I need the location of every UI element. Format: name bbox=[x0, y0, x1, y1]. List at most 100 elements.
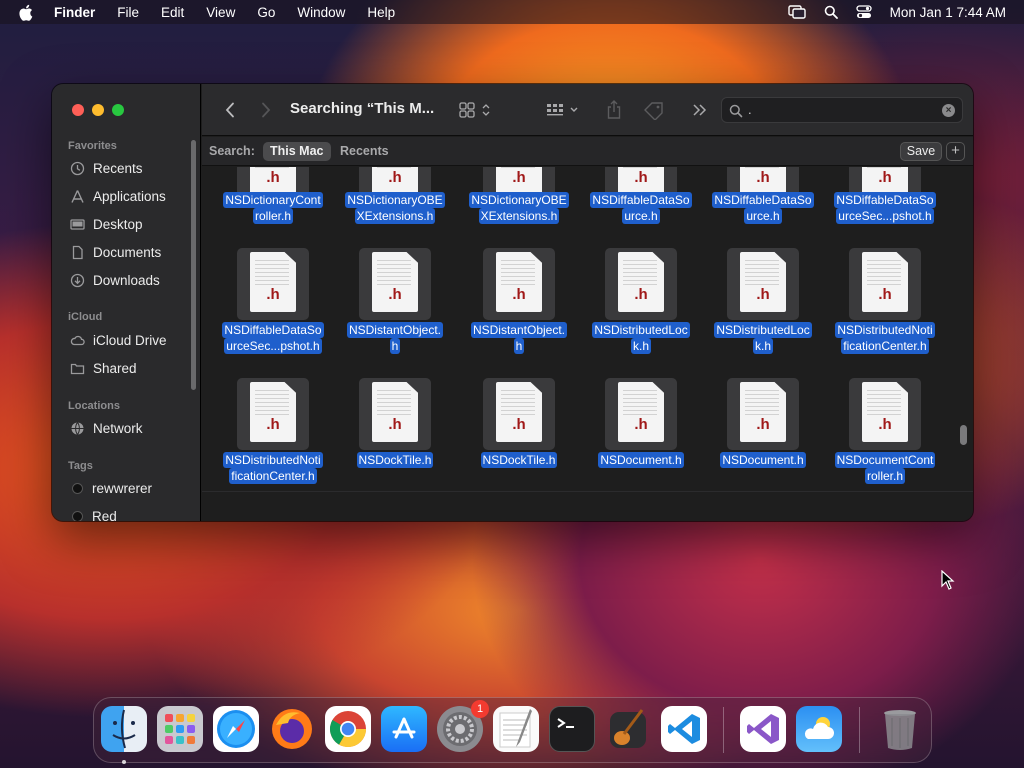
file-thumbnail[interactable]: .h bbox=[605, 378, 677, 450]
dock-terminal[interactable] bbox=[549, 706, 595, 752]
content-scrollbar[interactable] bbox=[960, 425, 967, 445]
sidebar-item-tag-rewwrerer[interactable]: rewwrerer bbox=[70, 481, 152, 496]
file-name[interactable]: NSDictionaryCont roller.h bbox=[218, 192, 328, 224]
file-thumbnail[interactable]: .h bbox=[483, 248, 555, 320]
file-name[interactable]: NSDocument.h bbox=[586, 452, 696, 468]
file-name[interactable]: NSDictionaryOBE XExtensions.h bbox=[464, 192, 574, 224]
file-name[interactable]: NSDiffableDataSo urceSec...pshot.h bbox=[218, 322, 328, 354]
file-extension-label: .h bbox=[388, 286, 402, 303]
sidebar-item-tag-red[interactable]: Red bbox=[70, 509, 117, 521]
menu-edit[interactable]: Edit bbox=[161, 5, 184, 20]
toolbar-overflow-button[interactable] bbox=[692, 100, 708, 120]
file-thumbnail[interactable]: .h bbox=[727, 378, 799, 450]
search-field[interactable]: . × bbox=[721, 97, 963, 123]
file-thumbnail[interactable]: .h bbox=[605, 248, 677, 320]
add-criteria-button[interactable]: + bbox=[946, 142, 965, 161]
group-by-button[interactable] bbox=[544, 100, 584, 120]
menu-go[interactable]: Go bbox=[257, 5, 275, 20]
file-name[interactable]: NSDictionaryOBE XExtensions.h bbox=[340, 192, 450, 224]
file-results-area: .h NSDictionaryCont roller.h .h NSDictionary… bbox=[202, 167, 973, 491]
control-center-icon[interactable] bbox=[856, 5, 872, 19]
sidebar-item-downloads[interactable]: Downloads bbox=[70, 273, 160, 288]
view-mode-button[interactable] bbox=[458, 100, 498, 120]
file-name[interactable]: NSDistributedNoti ficationCenter.h bbox=[218, 452, 328, 484]
dock-textedit[interactable] bbox=[493, 706, 539, 752]
dock-vscode[interactable] bbox=[661, 706, 707, 752]
sidebar-item-recents[interactable]: Recents bbox=[70, 161, 143, 176]
scope-this-mac-button[interactable]: This Mac bbox=[263, 142, 331, 161]
search-input[interactable]: . bbox=[748, 102, 752, 117]
clear-search-button[interactable]: × bbox=[942, 104, 955, 117]
sidebar-item-network[interactable]: Network bbox=[70, 421, 143, 436]
dock-weather[interactable] bbox=[796, 706, 842, 752]
file-name[interactable]: NSDistributedNoti ficationCenter.h bbox=[830, 322, 940, 354]
menu-file[interactable]: File bbox=[117, 5, 139, 20]
dock-app-store[interactable] bbox=[381, 706, 427, 752]
sidebar-item-documents[interactable]: Documents bbox=[70, 245, 161, 260]
back-button[interactable] bbox=[220, 100, 240, 120]
sidebar-scrollbar[interactable] bbox=[191, 140, 196, 390]
close-window-button[interactable] bbox=[72, 104, 84, 116]
menu-window[interactable]: Window bbox=[297, 5, 345, 20]
forward-button[interactable] bbox=[256, 100, 276, 120]
sidebar-item-icloud-drive[interactable]: iCloud Drive bbox=[70, 333, 167, 348]
header-file-icon: .h bbox=[862, 382, 908, 442]
shared-folder-icon bbox=[70, 363, 85, 375]
file-name-line: urceSec...pshot.h bbox=[836, 208, 934, 224]
file-name[interactable]: NSDocument.h bbox=[708, 452, 818, 468]
menu-view[interactable]: View bbox=[206, 5, 235, 20]
file-preview-lines bbox=[501, 260, 535, 288]
file-extension-label: .h bbox=[634, 286, 648, 303]
file-name[interactable]: NSDistributedLoc k.h bbox=[586, 322, 696, 354]
menu-finder[interactable]: Finder bbox=[54, 5, 95, 20]
menu-help[interactable]: Help bbox=[367, 5, 395, 20]
zoom-window-button[interactable] bbox=[112, 104, 124, 116]
file-thumbnail[interactable]: .h bbox=[237, 378, 309, 450]
share-button[interactable] bbox=[604, 99, 624, 121]
file-thumbnail[interactable]: .h bbox=[359, 378, 431, 450]
file-thumbnail[interactable]: .h bbox=[359, 248, 431, 320]
sidebar-item-applications[interactable]: Applications bbox=[70, 189, 166, 204]
sidebar-item-label: Red bbox=[92, 509, 117, 521]
sidebar-item-label: rewwrerer bbox=[92, 481, 153, 496]
dock-separator bbox=[859, 707, 860, 753]
running-indicator bbox=[122, 760, 126, 764]
file-name[interactable]: NSDiffableDataSo urce.h bbox=[708, 192, 818, 224]
sidebar-item-desktop[interactable]: Desktop bbox=[70, 217, 143, 232]
save-search-button[interactable]: Save bbox=[900, 142, 942, 161]
spotlight-search-icon[interactable] bbox=[824, 5, 838, 19]
dock-visual-studio[interactable] bbox=[740, 706, 786, 752]
sidebar-item-label: Shared bbox=[93, 361, 137, 376]
file-name[interactable]: NSDistantObject. h bbox=[340, 322, 450, 354]
menu-clock[interactable]: Mon Jan 1 7:44 AM bbox=[890, 5, 1006, 20]
dock-system-settings[interactable]: 1 bbox=[437, 700, 489, 752]
file-name-line: h bbox=[389, 338, 401, 354]
file-thumbnail[interactable]: .h bbox=[849, 248, 921, 320]
file-name[interactable]: NSDockTile.h bbox=[340, 452, 450, 468]
sidebar-item-shared[interactable]: Shared bbox=[70, 361, 137, 376]
finder-toolbar: Searching “This M... . × bbox=[202, 84, 973, 136]
apple-menu-icon[interactable] bbox=[18, 4, 40, 21]
screen-mirroring-icon[interactable] bbox=[787, 5, 806, 19]
file-name[interactable]: NSDiffableDataSo urce.h bbox=[586, 192, 696, 224]
minimize-window-button[interactable] bbox=[92, 104, 104, 116]
file-name[interactable]: NSDistantObject. h bbox=[464, 322, 574, 354]
file-thumbnail[interactable]: .h bbox=[849, 378, 921, 450]
dock-finder[interactable] bbox=[101, 706, 147, 764]
file-thumbnail[interactable]: .h bbox=[483, 378, 555, 450]
dock-trash[interactable] bbox=[877, 706, 923, 752]
dock-instruments[interactable] bbox=[605, 706, 651, 752]
file-thumbnail[interactable]: .h bbox=[727, 248, 799, 320]
tag-button[interactable] bbox=[642, 99, 666, 121]
dock-chrome[interactable] bbox=[325, 706, 371, 752]
file-name-line: roller.h bbox=[252, 208, 294, 224]
file-thumbnail[interactable]: .h bbox=[237, 248, 309, 320]
file-name[interactable]: NSDocumentCont roller.h bbox=[830, 452, 940, 484]
dock-safari[interactable] bbox=[213, 706, 259, 752]
file-name[interactable]: NSDockTile.h bbox=[464, 452, 574, 468]
scope-recents-button[interactable]: Recents bbox=[333, 142, 396, 161]
file-name[interactable]: NSDistributedLoc k.h bbox=[708, 322, 818, 354]
dock-firefox[interactable] bbox=[269, 706, 315, 752]
dock-launchpad[interactable] bbox=[157, 706, 203, 752]
file-name[interactable]: NSDiffableDataSo urceSec...pshot.h bbox=[830, 192, 940, 224]
